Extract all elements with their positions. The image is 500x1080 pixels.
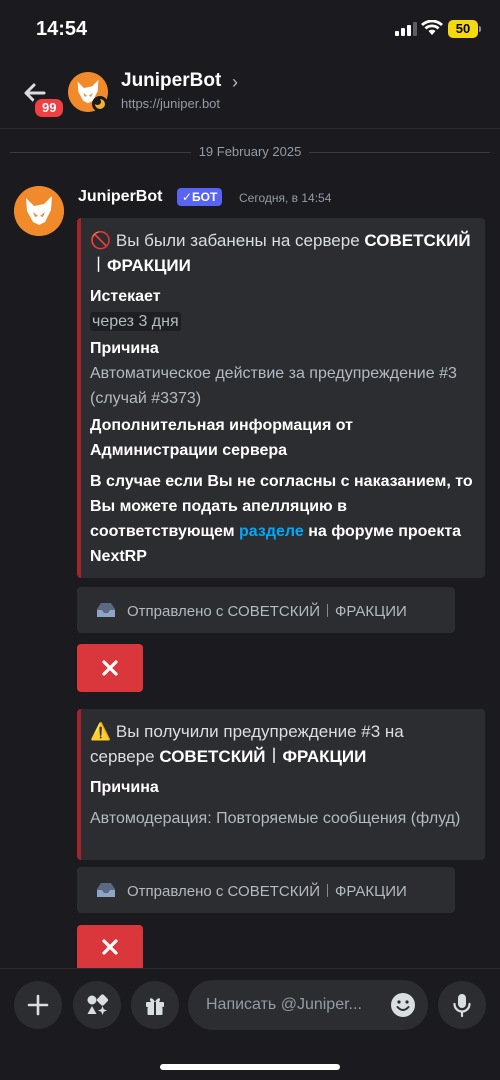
signal-icon: [395, 22, 417, 36]
battery-indicator: 50: [448, 20, 478, 38]
chat-header: 99 JuniperBot › https://juniper.bot: [0, 60, 500, 126]
apps-button[interactable]: [73, 981, 121, 1029]
message-timestamp: Сегодня, в 14:54: [239, 191, 332, 205]
server-name: СОВЕТСКИЙ︱ФРАКЦИИ: [159, 747, 367, 766]
message-input-container[interactable]: [188, 980, 428, 1030]
embed-title: ⚠️ Вы получили предупреждение #3 на серв…: [90, 719, 473, 769]
field-name-reason: Причина: [90, 779, 159, 796]
close-x-icon: [102, 938, 118, 955]
footer-text: Отправлено с СОВЕТСКИЙ︱ФРАКЦИИ: [127, 882, 407, 900]
field-name-reason: Причина: [90, 340, 159, 357]
field-name-additional: Дополнительная информация от Администрац…: [90, 417, 353, 459]
home-indicator: [160, 1064, 340, 1070]
chevron-right-icon[interactable]: ›: [232, 72, 238, 93]
warning-embed: ⚠️ Вы получили предупреждение #3 на серв…: [77, 709, 485, 860]
gift-icon: [146, 998, 164, 1015]
plus-icon: [27, 994, 49, 1016]
message-input[interactable]: [206, 996, 376, 1014]
inbox-icon: [97, 883, 115, 897]
unread-badge: 99: [32, 96, 67, 120]
wifi-icon: [421, 20, 443, 35]
sent-from-footer: Отправлено с СОВЕТСКИЙ︱ФРАКЦИИ: [77, 867, 455, 913]
idle-status-icon: [92, 96, 108, 112]
field-name-expires: Истекает: [90, 288, 161, 305]
ban-icon: 🚫: [90, 231, 112, 250]
microphone-icon: [453, 994, 471, 1018]
dismiss-button[interactable]: [77, 644, 143, 692]
gift-button[interactable]: [131, 981, 179, 1029]
dismiss-button[interactable]: [77, 925, 143, 968]
appeal-link[interactable]: разделе: [239, 523, 304, 540]
bot-tag: ✓БОТ: [177, 188, 223, 206]
composer-divider: [0, 968, 500, 969]
header-bot-name[interactable]: JuniperBot: [121, 70, 221, 92]
date-separator-text: 19 February 2025: [190, 144, 310, 159]
field-value-reason: Автомодерация: Повторяемые сообщения (фл…: [90, 810, 461, 827]
inbox-icon: [97, 603, 115, 617]
battery-nub: [479, 26, 481, 32]
close-x-icon: [102, 660, 118, 676]
sent-from-footer: Отправлено с СОВЕТСКИЙ︱ФРАКЦИИ: [77, 587, 455, 633]
date-separator: 19 February 2025: [10, 144, 490, 160]
message-author[interactable]: JuniperBot: [78, 188, 162, 206]
header-divider: [0, 128, 500, 129]
fox-logo-icon: [14, 186, 64, 236]
emoji-icon[interactable]: [390, 992, 416, 1018]
apps-icon: [87, 994, 109, 1015]
field-value-expires: через 3 дня: [90, 312, 181, 331]
header-url: https://juniper.bot: [121, 96, 221, 111]
warning-icon: ⚠️: [90, 722, 112, 741]
footer-text: Отправлено с СОВЕТСКИЙ︱ФРАКЦИИ: [127, 602, 407, 620]
embed-title: 🚫 Вы были забанены на сервере СОВЕТСКИЙ︱…: [90, 228, 473, 278]
ban-embed: 🚫 Вы были забанены на сервере СОВЕТСКИЙ︱…: [77, 218, 485, 578]
message-avatar[interactable]: [14, 186, 64, 236]
embed-title-text: Вы были забанены на сервере: [111, 231, 365, 250]
voice-message-button[interactable]: [438, 981, 486, 1029]
status-bar: 14:54 50: [0, 0, 500, 58]
field-value-reason: Автоматическое действие за предупреждени…: [90, 365, 457, 407]
status-time: 14:54: [36, 18, 88, 40]
add-attachment-button[interactable]: [14, 981, 62, 1029]
field-value-additional: В случае если Вы не согласны с наказание…: [90, 473, 473, 565]
